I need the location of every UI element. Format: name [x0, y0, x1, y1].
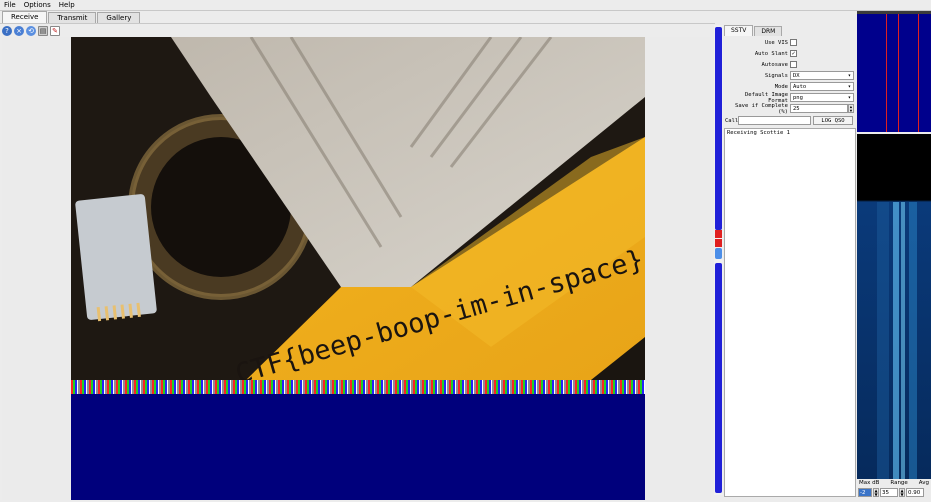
- mode-select[interactable]: Auto ▾: [790, 82, 854, 91]
- signals-label: Signals: [764, 72, 788, 79]
- flag-overlay: CTF{beep-boop-im-in-space}: [232, 244, 645, 380]
- menu-help[interactable]: Help: [59, 1, 75, 9]
- call-row: Call: LOG QSO: [724, 115, 856, 126]
- status-log: Receiving Scottie 1: [724, 128, 856, 497]
- tab-transmit[interactable]: Transmit: [48, 12, 97, 23]
- waterfall-stripe: [901, 202, 905, 479]
- main-tabs: Receive Transmit Gallery: [0, 11, 931, 23]
- save-complete-label: Save if Complete (%): [735, 102, 788, 115]
- chevron-down-icon: ▾: [847, 72, 851, 79]
- vu-bar-upper: [715, 27, 722, 230]
- vu-peak: [715, 230, 722, 238]
- format-select[interactable]: png ▾: [790, 93, 854, 102]
- log-line: Receiving Scottie 1: [727, 130, 790, 136]
- use-vis-row: Use VIS: [724, 37, 856, 48]
- auto-slant-checkbox[interactable]: ✓: [790, 50, 797, 57]
- call-input[interactable]: [738, 116, 811, 125]
- spin-arrows-icon[interactable]: ▲ ▼: [899, 488, 905, 497]
- menu-file[interactable]: File: [4, 1, 16, 9]
- save-complete-row: Save if Complete (%) 25 ▲ ▼: [724, 102, 856, 115]
- save-complete-input[interactable]: 25: [790, 104, 848, 113]
- autosave-checkbox[interactable]: [790, 61, 797, 68]
- toolbar: ? ⨯ ⟲ ▤ ✎: [0, 23, 715, 37]
- unreceived-area: [71, 394, 645, 500]
- waterfall-stripe: [877, 202, 889, 479]
- chevron-down-icon: ▾: [847, 83, 851, 90]
- max-db-label: Max dB: [859, 480, 880, 486]
- start-icon[interactable]: ?: [2, 25, 12, 36]
- received-image: CTF{beep-boop-im-in-space}: [71, 37, 645, 500]
- range-input[interactable]: 35: [880, 488, 898, 497]
- signals-value: DX: [793, 72, 800, 79]
- format-row: Default Image Format png ▾: [724, 92, 856, 104]
- vu-indicator[interactable]: [715, 248, 722, 259]
- mode-row: Mode Auto ▾: [724, 81, 856, 92]
- range-label: Range: [890, 480, 908, 486]
- use-vis-checkbox[interactable]: [790, 39, 797, 46]
- flag-text: CTF{beep-boop-im-in-space}: [232, 244, 645, 380]
- vu-bar-lower: [715, 263, 722, 493]
- auto-slant-label: Auto Slant: [754, 50, 788, 57]
- auto-slant-row: Auto Slant ✓: [724, 48, 856, 59]
- control-panel: SSTV DRM Use VIS Auto Slant ✓ Autosave S…: [724, 25, 856, 497]
- menu-options[interactable]: Options: [24, 1, 51, 9]
- format-value: png: [793, 94, 803, 101]
- stop-icon[interactable]: ⨯: [14, 25, 24, 36]
- waterfall-stripe: [893, 202, 899, 479]
- reset-icon[interactable]: ⟲: [26, 25, 36, 36]
- save-icon[interactable]: ▤: [38, 25, 48, 36]
- avg-input[interactable]: 0.90: [906, 488, 924, 497]
- marker-line: [918, 14, 919, 132]
- tab-receive[interactable]: Receive: [2, 11, 48, 23]
- max-db-input[interactable]: -2: [858, 488, 872, 497]
- noise-band: [71, 380, 645, 394]
- tab-sstv[interactable]: SSTV: [724, 25, 754, 36]
- spectrum-controls: Max dB Range Avg -2 ▲ ▼ 35 ▲ ▼ 0.90: [857, 479, 931, 502]
- mode-label: Mode: [774, 83, 788, 90]
- use-vis-label: Use VIS: [764, 39, 788, 46]
- panel-tabs: SSTV DRM: [724, 25, 856, 36]
- vu-peak-2: [715, 239, 722, 247]
- signals-row: Signals DX ▾: [724, 70, 856, 81]
- spectrum-display: [857, 11, 931, 132]
- call-label: Call:: [725, 117, 742, 124]
- spectrum-fields: -2 ▲ ▼ 35 ▲ ▼ 0.90: [857, 488, 931, 497]
- tab-drm[interactable]: DRM: [754, 26, 783, 36]
- autosave-label: Autosave: [761, 61, 789, 68]
- vu-meter: [714, 25, 723, 495]
- menu-bar: File Options Help: [0, 0, 931, 11]
- avg-label: Avg: [918, 480, 929, 486]
- decoded-photo: CTF{beep-boop-im-in-space}: [71, 37, 645, 380]
- spin-arrows-icon[interactable]: ▲ ▼: [873, 488, 879, 497]
- spectrum-labels: Max dB Range Avg: [857, 479, 931, 488]
- autosave-row: Autosave: [724, 59, 856, 70]
- mode-value: Auto: [793, 83, 807, 90]
- chevron-down-icon: ▾: [847, 94, 851, 101]
- marker-line: [898, 14, 899, 132]
- waterfall-display: [857, 134, 931, 479]
- marker-line: [886, 14, 887, 132]
- log-qso-button[interactable]: LOG QSO: [813, 116, 853, 125]
- signals-select[interactable]: DX ▾: [790, 71, 854, 80]
- spin-arrows-icon[interactable]: ▲ ▼: [848, 104, 854, 113]
- tab-gallery[interactable]: Gallery: [97, 12, 141, 23]
- waterfall-stripe: [909, 202, 917, 479]
- pen-icon[interactable]: ✎: [50, 25, 60, 36]
